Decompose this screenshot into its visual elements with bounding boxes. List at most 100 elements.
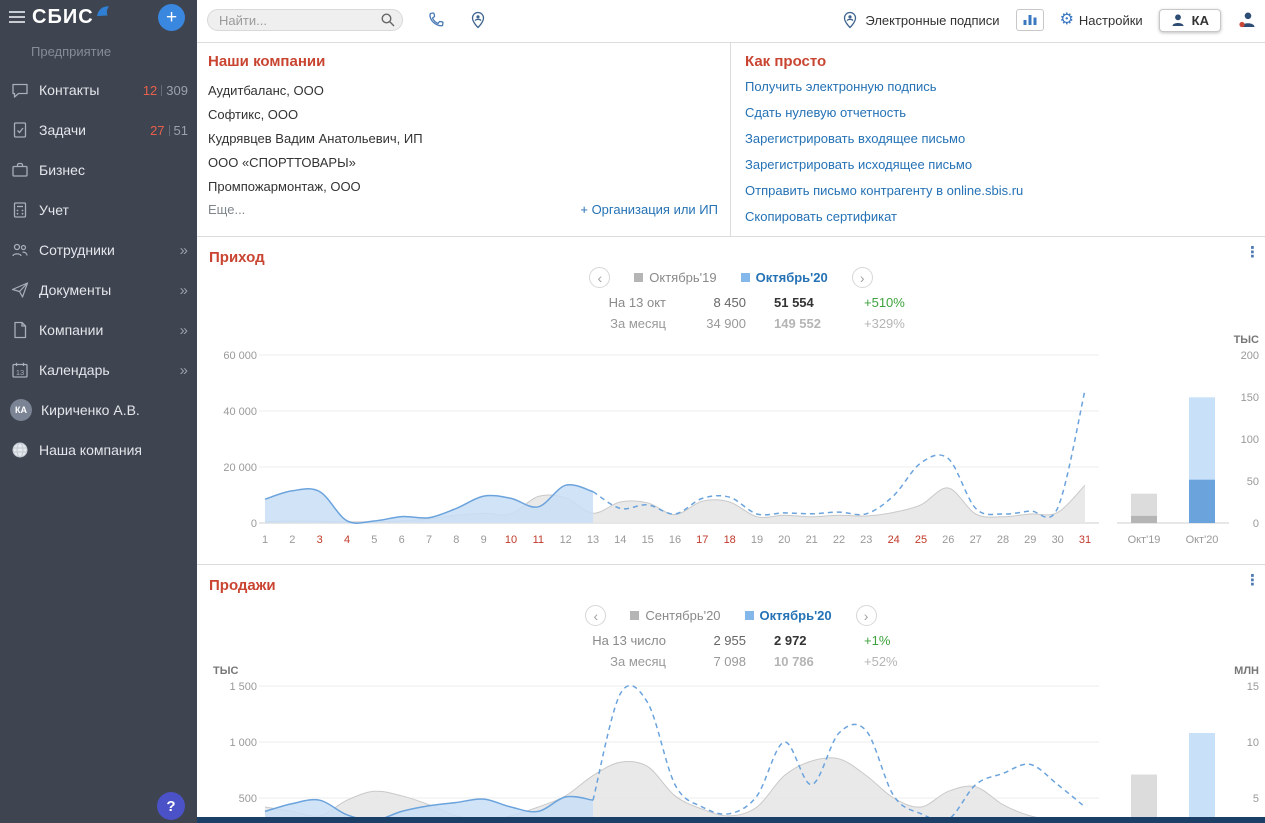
user-chip-button[interactable]: КА: [1158, 8, 1221, 32]
topbar-right: Электронные подписи ⚙ Настройки КА: [841, 8, 1257, 32]
company-list-item[interactable]: ООО «СПОРТТОВАРЫ»: [208, 151, 722, 175]
legend-current-period[interactable]: Октябрь'20: [740, 270, 828, 285]
more-link[interactable]: Еще...: [208, 202, 245, 217]
sidebar-item-calendar[interactable]: 13 Календарь »: [0, 350, 197, 390]
howto-link[interactable]: Зарегистрировать исходящее письмо: [745, 157, 1257, 172]
svg-text:Окт'19: Окт'19: [1128, 534, 1161, 546]
calculator-icon: [13, 202, 27, 218]
company-list-item[interactable]: Промпожармонтаж, ООО: [208, 175, 722, 199]
sidebar-item-label: Задачи: [39, 122, 87, 138]
sidebar-item-companies[interactable]: Компании »: [0, 310, 197, 350]
sidebar-item-user[interactable]: КА Кириченко А.В.: [0, 390, 197, 430]
topbar: Электронные подписи ⚙ Настройки: [197, 0, 1265, 40]
svg-text:40 000: 40 000: [223, 406, 257, 418]
percent-change: +1%: [864, 633, 891, 648]
svg-text:50: 50: [1247, 476, 1259, 488]
current-value: 10 786: [774, 654, 814, 669]
howto-link[interactable]: Отправить письмо контрагенту в online.sb…: [745, 183, 1257, 198]
help-button[interactable]: ?: [157, 792, 185, 820]
legend-prev-period[interactable]: Сентябрь'20: [630, 608, 721, 623]
svg-text:100: 100: [1241, 434, 1259, 446]
svg-text:25: 25: [915, 534, 927, 546]
next-period-button[interactable]: ›: [851, 267, 873, 288]
svg-text:20 000: 20 000: [223, 462, 257, 474]
how-simple-card: Как просто Получить электронную подпись …: [731, 43, 1265, 236]
search-input[interactable]: [207, 9, 403, 31]
esignatures-button[interactable]: Электронные подписи: [841, 11, 1000, 29]
app-logo[interactable]: СБИС: [32, 6, 94, 29]
legend-label: Сентябрь'20: [645, 608, 721, 623]
svg-text:29: 29: [1024, 534, 1036, 546]
next-period-button[interactable]: ›: [855, 605, 877, 626]
sidebar-item-label: Контакты: [39, 82, 100, 98]
svg-text:22: 22: [833, 534, 845, 546]
settings-label: Настройки: [1078, 12, 1143, 28]
svg-text:23: 23: [860, 534, 872, 546]
badge-accent: 12: [142, 82, 158, 98]
svg-text:28: 28: [997, 534, 1009, 546]
add-button[interactable]: +: [158, 4, 185, 31]
add-organization-link[interactable]: + Организация или ИП: [580, 202, 718, 217]
company-list-item[interactable]: Кудрявцев Вадим Анатольевич, ИП: [208, 127, 722, 151]
legend-square-gray: [630, 611, 640, 620]
bar-chart-icon: [1023, 15, 1037, 25]
chevron-double-icon[interactable]: »: [180, 242, 188, 259]
sidebar-item-label: Компании: [39, 322, 104, 338]
svg-text:60 000: 60 000: [223, 350, 257, 362]
svg-text:5: 5: [1253, 793, 1259, 805]
svg-text:1: 1: [262, 534, 268, 546]
howto-link[interactable]: Зарегистрировать входящее письмо: [745, 131, 1257, 146]
sidebar-item-employees[interactable]: Сотрудники »: [0, 230, 197, 270]
phone-icon[interactable]: [427, 11, 445, 29]
svg-text:13: 13: [16, 368, 24, 377]
kebab-menu-icon[interactable]: ⋮: [1245, 571, 1260, 589]
operator-icon[interactable]: [1237, 10, 1257, 30]
svg-text:16: 16: [669, 534, 681, 546]
svg-text:18: 18: [724, 534, 736, 546]
sidebar-item-business[interactable]: Бизнес: [0, 150, 197, 190]
chevron-double-icon[interactable]: »: [180, 282, 188, 299]
reports-button[interactable]: [1015, 9, 1044, 31]
person-pin-icon[interactable]: [469, 11, 487, 29]
menu-icon[interactable]: [9, 11, 25, 26]
income-daily-chart: 60 00040 00020 00001 2 3 4 5 6 7 8 9 10 11 12 13 14 15…: [223, 350, 1099, 546]
company-list-item[interactable]: Аудитбаланс, ООО: [208, 79, 722, 103]
prev-period-button[interactable]: ‹: [585, 605, 607, 626]
percent-change: +52%: [864, 654, 898, 669]
chevron-double-icon[interactable]: »: [180, 362, 188, 379]
sales-monthly-chart: 151050Сен'20Окт'20: [1131, 681, 1259, 823]
howto-link[interactable]: Сдать нулевую отчетность: [745, 105, 1257, 120]
prev-value: 8 450: [713, 295, 746, 310]
sales-figures: На 13 число 2 955 2 972 +1% За месяц 7 0…: [546, 633, 916, 669]
howto-link[interactable]: Получить электронную подпись: [745, 79, 1257, 94]
sidebar-item-documents[interactable]: Документы »: [0, 270, 197, 310]
legend-square-blue: [740, 273, 750, 282]
sidebar-item-contacts[interactable]: Контакты 12 309: [0, 70, 197, 110]
sales-daily-chart: 1 5001 000500012345678910111213141516171…: [229, 681, 1099, 823]
settings-button[interactable]: ⚙ Настройки: [1060, 12, 1143, 28]
company-list-item[interactable]: Софтикс, ООО: [208, 103, 722, 127]
kebab-menu-icon[interactable]: ⋮: [1245, 243, 1260, 261]
prev-period-button[interactable]: ‹: [589, 267, 611, 288]
search-icon[interactable]: [380, 12, 396, 28]
sidebar-item-our-company[interactable]: Наша компания: [0, 430, 197, 470]
howto-link[interactable]: Скопировать сертификат: [745, 209, 1257, 224]
svg-text:9: 9: [481, 534, 487, 546]
card-title: Наши компании: [208, 53, 326, 70]
legend-square-blue: [744, 611, 754, 620]
chevron-double-icon[interactable]: »: [180, 322, 188, 339]
sidebar-item-label: Бизнес: [39, 162, 85, 178]
legend-row: ‹ Сентябрь'20 Октябрь'20 ›: [585, 605, 877, 626]
sales-section: Продажи ⋮ ‹ Сентябрь'20 Октябрь'20 › На …: [197, 565, 1265, 823]
user-chip-label: КА: [1191, 12, 1209, 28]
svg-text:150: 150: [1241, 392, 1259, 404]
legend-prev-period[interactable]: Октябрь'19: [634, 270, 717, 285]
legend-current-period[interactable]: Октябрь'20: [744, 608, 832, 623]
sidebar-item-accounting[interactable]: Учет: [0, 190, 197, 230]
sidebar-item-tasks[interactable]: Задачи 27 51: [0, 110, 197, 150]
badge-muted: 51: [173, 122, 188, 138]
content: Наши компании Аудитбаланс, ООО Софтикс, …: [197, 40, 1265, 823]
svg-text:27: 27: [970, 534, 982, 546]
svg-text:15: 15: [642, 534, 654, 546]
our-companies-card: Наши компании Аудитбаланс, ООО Софтикс, …: [197, 43, 731, 236]
